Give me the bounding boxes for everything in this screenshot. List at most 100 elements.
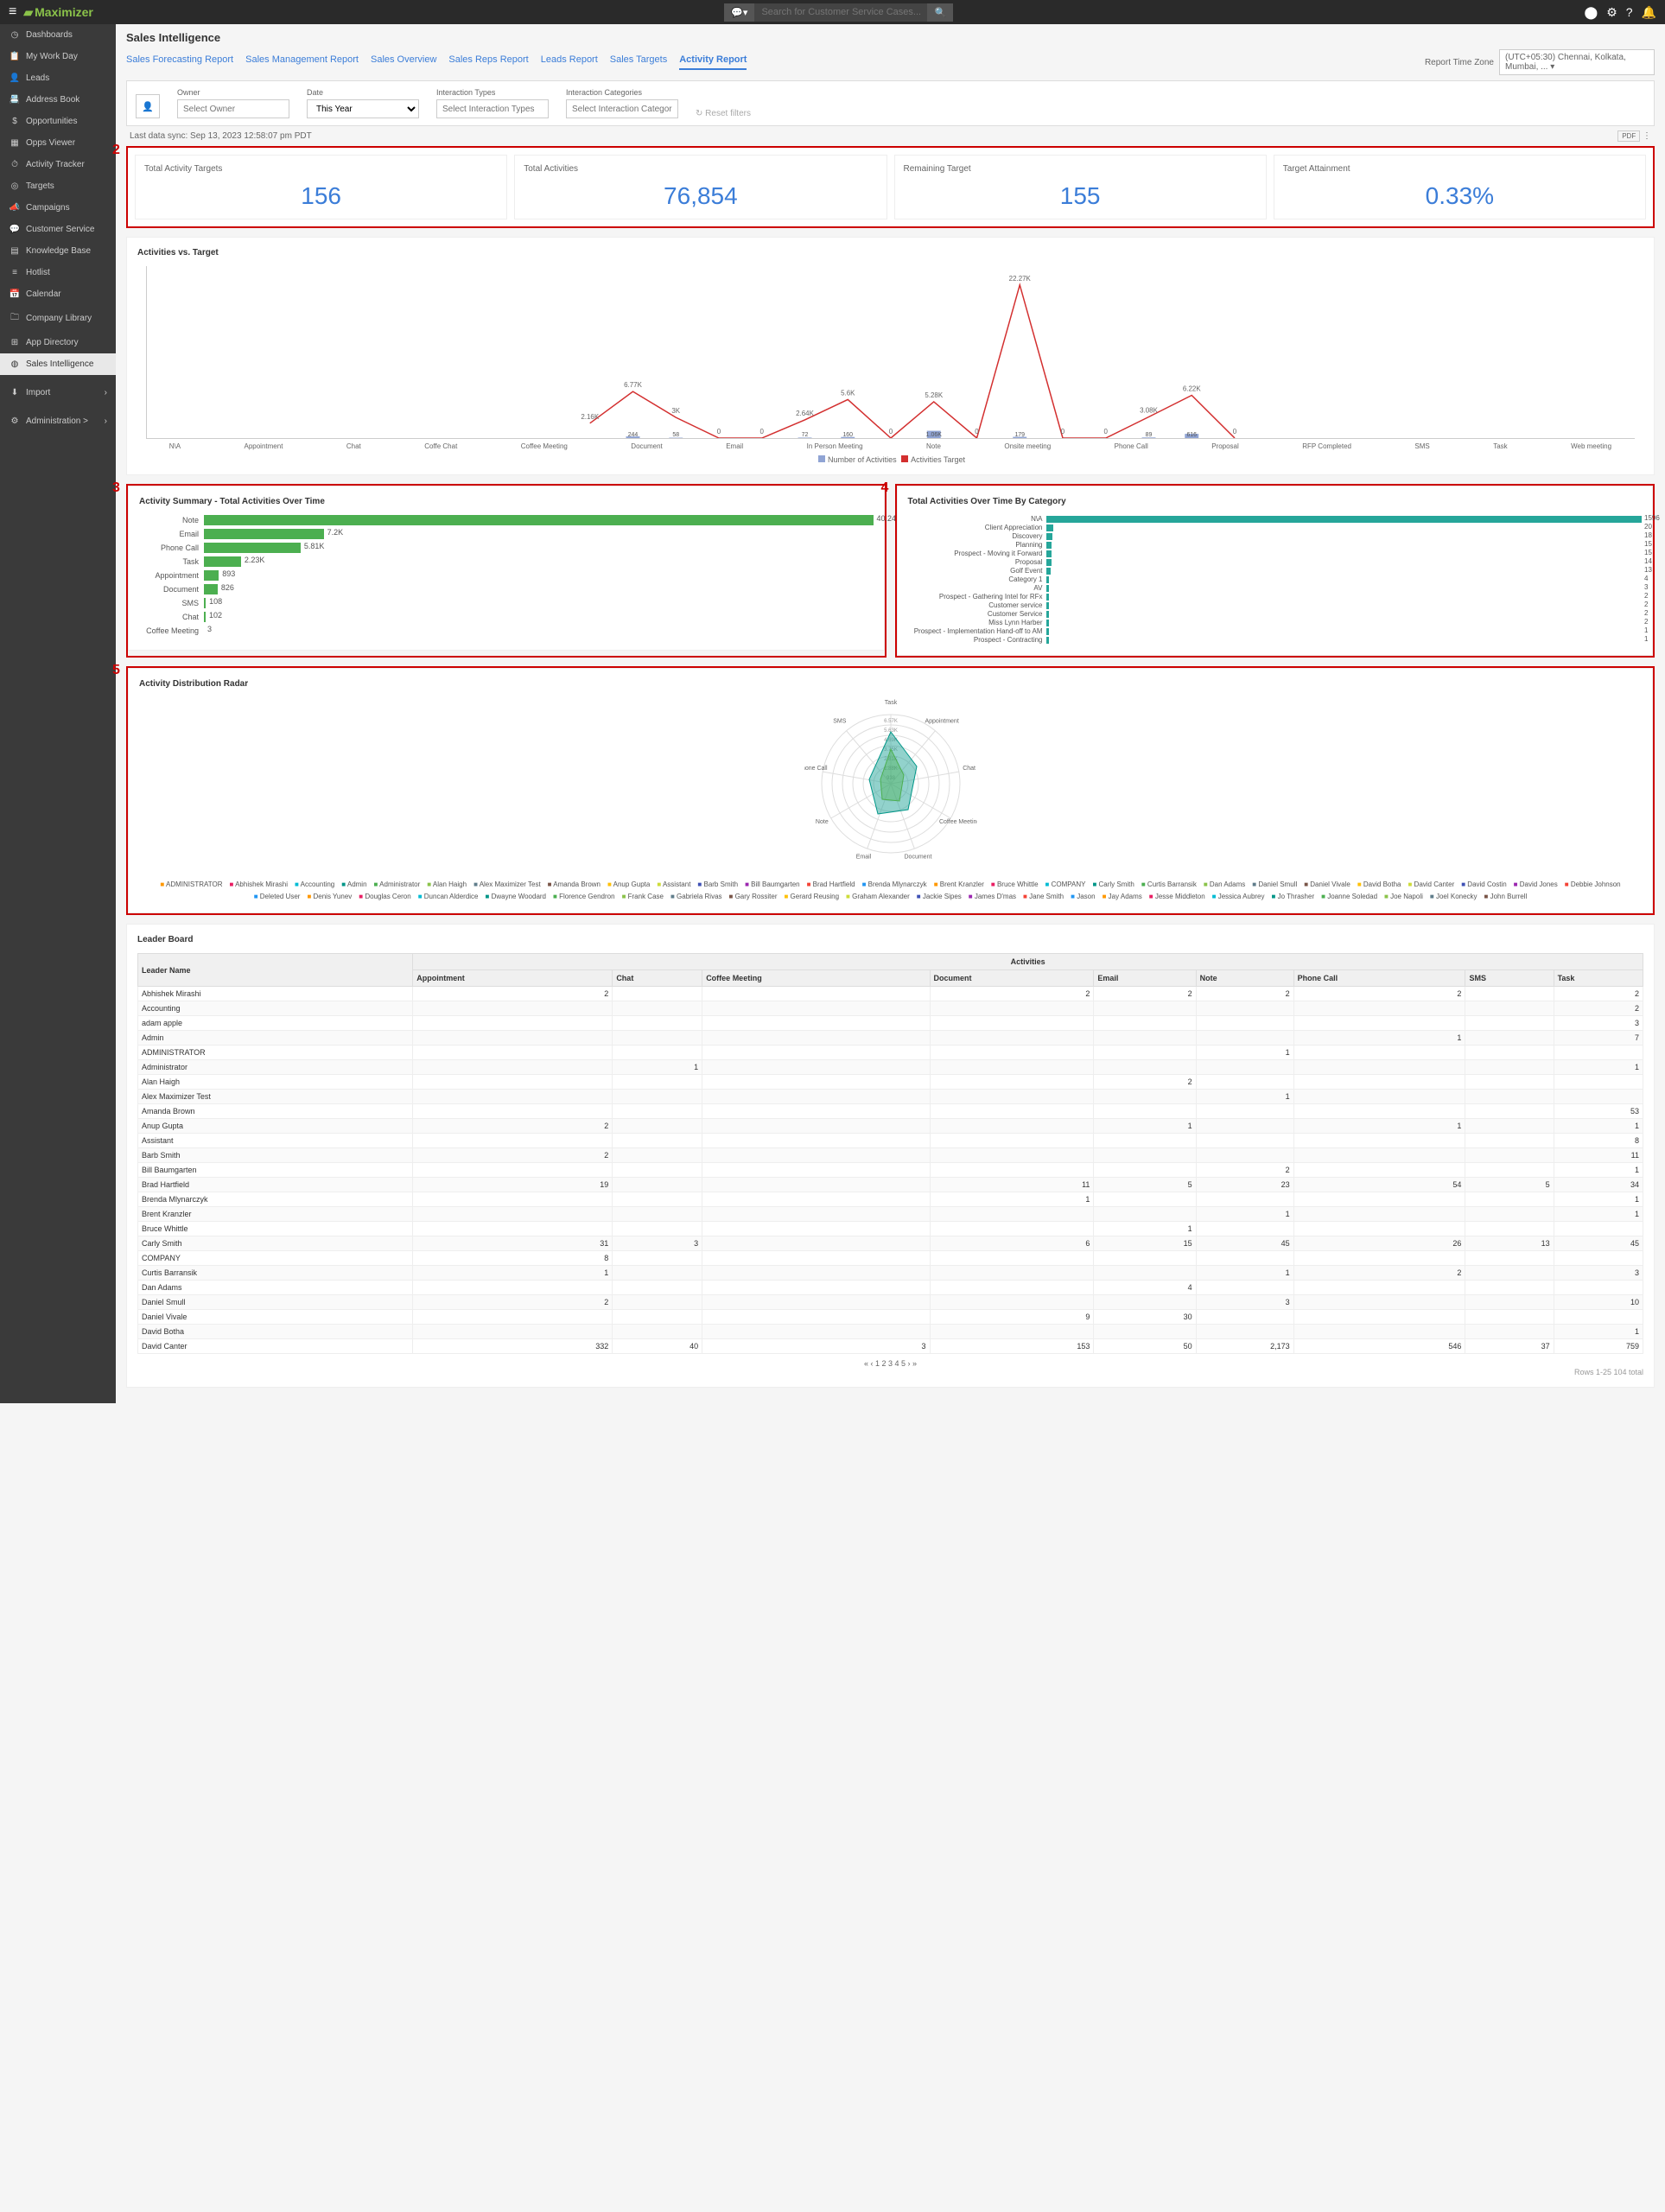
radar-legend-item[interactable]: Abhishek Mirashi <box>229 880 288 890</box>
radar-legend-item[interactable]: Admin <box>341 880 366 890</box>
menu-icon[interactable]: ≡ <box>9 4 16 20</box>
radar-legend-item[interactable]: John Burrell <box>1484 892 1528 902</box>
sidebar-item-address-book[interactable]: 📇Address Book <box>0 89 116 111</box>
sidebar-icon: 📋 <box>9 52 21 61</box>
radar-legend-item[interactable]: Joe Napoli <box>1384 892 1423 902</box>
radar-legend-item[interactable]: Douglas Ceron <box>359 892 410 902</box>
tab-activity-report[interactable]: Activity Report <box>679 54 747 70</box>
filter-date-select[interactable]: This Year <box>307 99 419 118</box>
tab-sales-overview[interactable]: Sales Overview <box>371 54 436 70</box>
sidebar-item-import[interactable]: ⬇Import› <box>0 382 116 404</box>
radar-legend-item[interactable]: Jay Adams <box>1103 892 1142 902</box>
svg-text:22.27K: 22.27K <box>1009 275 1032 283</box>
help-icon[interactable]: ? <box>1626 5 1633 19</box>
reset-filters-button[interactable]: ↻ Reset filters <box>696 109 751 118</box>
radar-legend-item[interactable]: Bruce Whittle <box>991 880 1039 890</box>
radar-legend-item[interactable]: Accounting <box>295 880 334 890</box>
radar-legend-item[interactable]: Daniel Vivale <box>1304 880 1350 890</box>
radar-legend-item[interactable]: Jason <box>1071 892 1095 902</box>
radar-legend-item[interactable]: Brad Hartfield <box>807 880 855 890</box>
radar-legend-item[interactable]: David Botha <box>1357 880 1401 890</box>
radar-legend-item[interactable]: Jane Smith <box>1023 892 1064 902</box>
kpi-value: 76,854 <box>524 182 877 210</box>
radar-legend-item[interactable]: Alex Maximizer Test <box>473 880 541 890</box>
radar-legend-item[interactable]: Joel Konecky <box>1430 892 1478 902</box>
tab-leads-report[interactable]: Leads Report <box>541 54 598 70</box>
radar-legend-item[interactable]: David Jones <box>1514 880 1558 890</box>
more-menu-icon[interactable]: ⋮ <box>1643 131 1651 141</box>
sidebar-item-knowledge-base[interactable]: ▤Knowledge Base <box>0 240 116 262</box>
radar-legend-item[interactable]: Jackie Sipes <box>917 892 962 902</box>
radar-legend-item[interactable]: Anup Gupta <box>607 880 650 890</box>
radar-legend-item[interactable]: Assistant <box>657 880 690 890</box>
timezone-select[interactable]: (UTC+05:30) Chennai, Kolkata, Mumbai, ..… <box>1499 49 1655 75</box>
filter-owner-input[interactable] <box>177 99 289 118</box>
sidebar-item-hotlist[interactable]: ≡Hotlist <box>0 262 116 283</box>
radar-legend-item[interactable]: Daniel Smull <box>1252 880 1297 890</box>
radar-legend-item[interactable]: Jesse Middleton <box>1149 892 1205 902</box>
radar-legend-item[interactable]: Gary Rossiter <box>729 892 778 902</box>
radar-legend-item[interactable]: Curtis Barransik <box>1141 880 1197 890</box>
radar-legend-item[interactable]: Denis Yunev <box>307 892 352 902</box>
radar-legend-item[interactable]: Alan Haigh <box>427 880 467 890</box>
sidebar-item-calendar[interactable]: 📅Calendar <box>0 283 116 305</box>
sidebar-item-sales-intelligence[interactable]: ◍Sales Intelligence <box>0 353 116 375</box>
category-bar-row: Prospect - Moving it Forward15 <box>908 550 1643 557</box>
leaderboard-title: Leader Board <box>137 935 1643 944</box>
radar-legend-item[interactable]: Duncan Alderdice <box>418 892 479 902</box>
radar-legend-item[interactable]: Gabriela Rivas <box>670 892 722 902</box>
sidebar-item-my-work-day[interactable]: 📋My Work Day <box>0 46 116 67</box>
radar-legend-item[interactable]: Florence Gendron <box>553 892 615 902</box>
search-button[interactable]: 🔍 <box>927 3 953 22</box>
global-search-input[interactable] <box>754 3 927 21</box>
sidebar-item-targets[interactable]: ◎Targets <box>0 175 116 197</box>
radar-legend-item[interactable]: Dan Adams <box>1204 880 1245 890</box>
search-scope-dropdown[interactable]: 💬▾ <box>724 3 754 22</box>
radar-legend-item[interactable]: Amanda Brown <box>548 880 601 890</box>
tab-sales-management-report[interactable]: Sales Management Report <box>245 54 359 70</box>
radar-legend-item[interactable]: Carly Smith <box>1092 880 1134 890</box>
user-avatar-icon[interactable]: ⬤ <box>1585 5 1598 20</box>
owner-picker-icon[interactable]: 👤 <box>136 94 160 118</box>
sidebar-item-company-library[interactable]: 🗀Company Library <box>0 305 116 332</box>
radar-legend-item[interactable]: Brent Kranzler <box>934 880 984 890</box>
export-pdf-button[interactable]: PDF <box>1617 130 1640 142</box>
radar-legend-item[interactable]: Bill Baumgarten <box>745 880 800 890</box>
radar-legend-item[interactable]: Barb Smith <box>697 880 738 890</box>
radar-legend-item[interactable]: Debbie Johnson <box>1565 880 1621 890</box>
radar-legend-item[interactable]: Jessica Aubrey <box>1212 892 1265 902</box>
radar-legend-item[interactable]: James D'mas <box>969 892 1016 902</box>
sidebar-item-leads[interactable]: 👤Leads <box>0 67 116 89</box>
app-logo: Maximizer <box>23 5 92 20</box>
radar-legend-item[interactable]: Dwayne Woodard <box>486 892 547 902</box>
radar-legend-item[interactable]: Joanne Soledad <box>1321 892 1377 902</box>
radar-legend-item[interactable]: ADMINISTRATOR <box>160 880 222 890</box>
tab-sales-targets[interactable]: Sales Targets <box>610 54 667 70</box>
sidebar-item-customer-service[interactable]: 💬Customer Service <box>0 219 116 240</box>
radar-legend-item[interactable]: Deleted User <box>254 892 301 902</box>
sidebar-item-app-directory[interactable]: ⊞App Directory <box>0 332 116 353</box>
filter-categories-input[interactable] <box>566 99 678 118</box>
radar-legend-item[interactable]: David Costin <box>1461 880 1506 890</box>
radar-legend-item[interactable]: Graham Alexander <box>846 892 910 902</box>
radar-legend-item[interactable]: Jo Thrasher <box>1272 892 1315 902</box>
radar-legend-item[interactable]: COMPANY <box>1045 880 1086 890</box>
sidebar-item-opps-viewer[interactable]: ▦Opps Viewer <box>0 132 116 154</box>
table-pager[interactable]: « ‹ 1 2 3 4 5 › » <box>137 1359 1643 1368</box>
sidebar-item-dashboards[interactable]: ◷Dashboards <box>0 24 116 46</box>
annotation-3: 3 <box>112 480 120 496</box>
sidebar-item-campaigns[interactable]: 📣Campaigns <box>0 197 116 219</box>
radar-legend-item[interactable]: Administrator <box>374 880 421 890</box>
tab-sales-reps-report[interactable]: Sales Reps Report <box>448 54 528 70</box>
radar-legend-item[interactable]: David Canter <box>1408 880 1454 890</box>
sidebar-item-activity-tracker[interactable]: ⏱Activity Tracker <box>0 154 116 175</box>
tab-sales-forecasting-report[interactable]: Sales Forecasting Report <box>126 54 233 70</box>
notifications-icon[interactable]: 🔔 <box>1642 5 1656 20</box>
radar-legend-item[interactable]: Brenda Mlynarczyk <box>862 880 927 890</box>
radar-legend-item[interactable]: Gerard Reusing <box>784 892 839 902</box>
filter-types-input[interactable] <box>436 99 549 118</box>
radar-legend-item[interactable]: Frank Case <box>622 892 664 902</box>
settings-icon[interactable]: ⚙ <box>1606 5 1617 20</box>
sidebar-item-opportunities[interactable]: $Opportunities <box>0 111 116 132</box>
sidebar-item-administration-[interactable]: ⚙Administration >› <box>0 410 116 432</box>
